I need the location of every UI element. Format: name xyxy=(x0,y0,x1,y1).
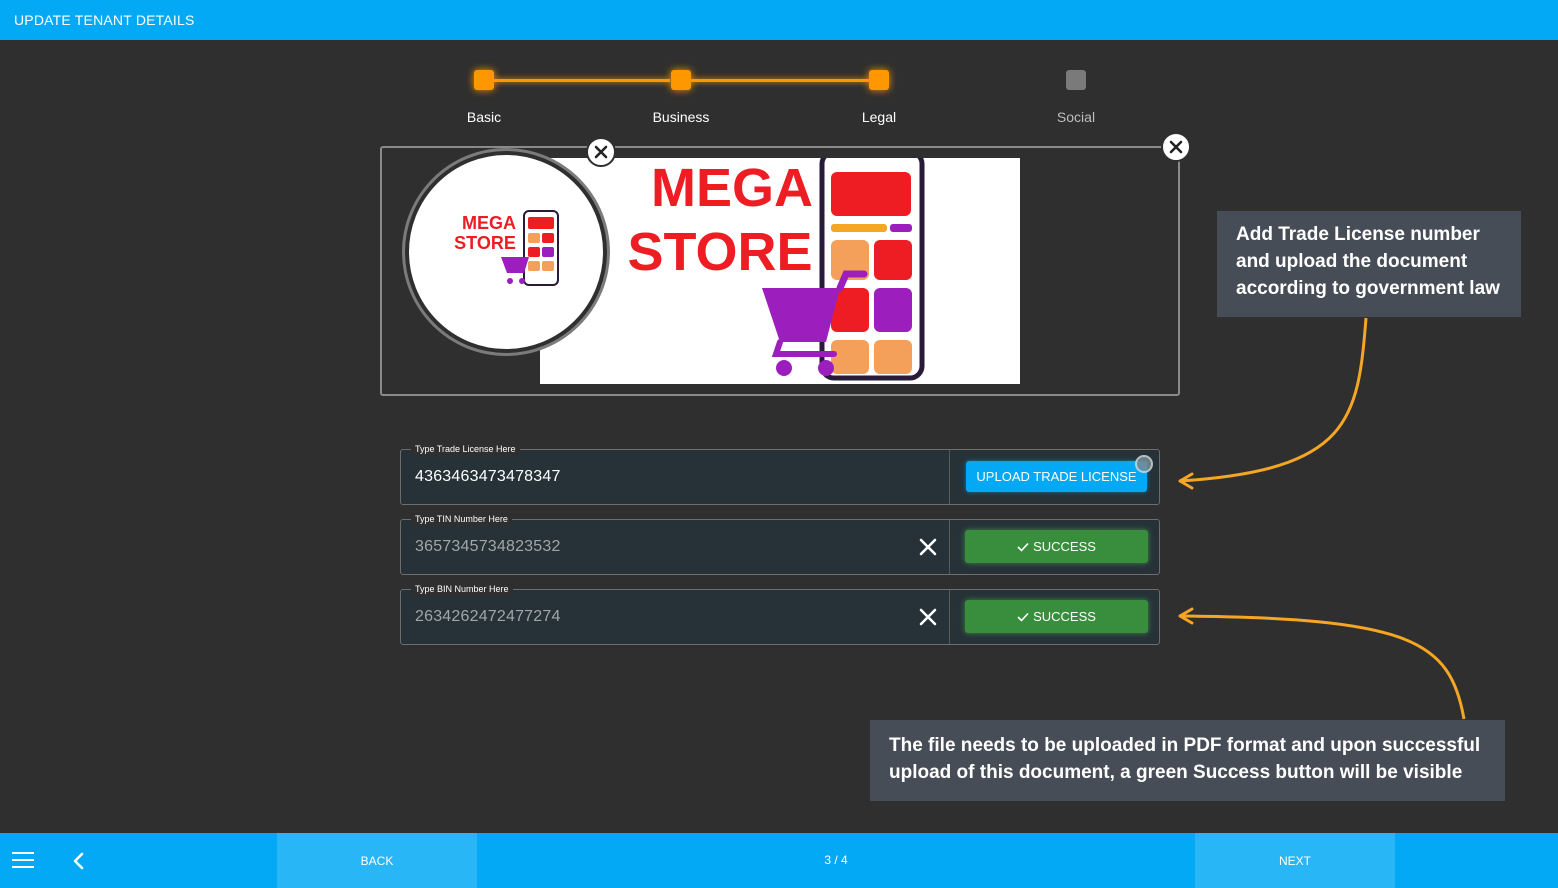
remove-cover-button[interactable] xyxy=(1161,132,1191,162)
bin-number-input[interactable]: 2634262472477274 xyxy=(415,608,561,626)
tin-number-label: Type TIN Number Here xyxy=(411,512,512,526)
step-node-business[interactable] xyxy=(671,70,691,90)
field-divider xyxy=(949,590,950,644)
callout-arrow-success xyxy=(1179,614,1466,720)
remove-logo-button[interactable] xyxy=(586,137,616,167)
step-label-business: Business xyxy=(652,109,710,125)
close-icon xyxy=(919,608,937,626)
callout-arrow-trade-license xyxy=(1179,317,1368,483)
ripple-indicator xyxy=(1135,455,1153,473)
step-label-legal: Legal xyxy=(861,109,897,125)
menu-icon[interactable] xyxy=(12,852,34,870)
check-icon xyxy=(1017,542,1029,552)
step-connector xyxy=(691,79,869,82)
logo-text-store: STORE xyxy=(454,233,516,253)
bin-success-label: SUCCESS xyxy=(1033,609,1096,624)
bin-number-label: Type BIN Number Here xyxy=(411,582,513,596)
field-divider xyxy=(949,450,950,504)
tin-number-field: Type TIN Number Here 3657345734823532 SU… xyxy=(400,512,1160,575)
app-root: UPDATE TENANT DETAILS Basic Business Leg… xyxy=(0,0,1558,888)
chevron-left-icon[interactable] xyxy=(70,851,88,871)
tin-success-label: SUCCESS xyxy=(1033,539,1096,554)
step-node-legal[interactable] xyxy=(869,70,889,90)
step-label-social: Social xyxy=(1056,109,1096,125)
step-connector xyxy=(494,79,670,82)
tin-number-input[interactable]: 3657345734823532 xyxy=(415,538,561,556)
mega-store-banner: MEGA STORE xyxy=(627,158,925,381)
trade-license-label: Type Trade License Here xyxy=(411,442,520,456)
logo-text-mega: MEGA xyxy=(462,213,516,233)
callout-trade-license: Add Trade License number and upload the … xyxy=(1217,211,1521,317)
next-button[interactable]: NEXT xyxy=(1195,833,1395,888)
bottom-nav-bar: BACK 3 / 4 NEXT xyxy=(0,833,1558,888)
banner-text-mega: MEGA xyxy=(651,158,813,218)
step-node-basic[interactable] xyxy=(474,70,494,90)
cover-banner-image: MEGA STORE xyxy=(540,158,1020,384)
close-icon xyxy=(594,145,608,159)
banner-text-store: STORE xyxy=(627,222,812,282)
clear-bin-button[interactable] xyxy=(917,606,939,628)
top-app-bar: UPDATE TENANT DETAILS xyxy=(0,0,1558,40)
upload-trade-license-label: UPLOAD TRADE LICENSE xyxy=(976,469,1137,484)
callout-success: The file needs to be uploaded in PDF for… xyxy=(870,720,1505,801)
trade-license-input[interactable]: 4363463473478347 xyxy=(415,468,561,486)
back-button[interactable]: BACK xyxy=(277,833,477,888)
trade-license-field: Type Trade License Here 4363463473478347… xyxy=(400,442,1160,505)
upload-trade-license-button[interactable]: UPLOAD TRADE LICENSE xyxy=(966,455,1153,492)
logo-avatar: MEGA STORE xyxy=(405,151,607,353)
bin-number-field: Type BIN Number Here 2634262472477274 SU… xyxy=(400,582,1160,645)
page-title: UPDATE TENANT DETAILS xyxy=(14,12,195,28)
mega-store-logo: MEGA STORE xyxy=(454,210,559,286)
clear-tin-button[interactable] xyxy=(917,536,939,558)
close-icon xyxy=(1169,140,1183,154)
close-icon xyxy=(919,538,937,556)
step-label-basic: Basic xyxy=(466,109,502,125)
bin-success-button[interactable]: SUCCESS xyxy=(965,600,1148,633)
page-indicator: 3 / 4 xyxy=(824,853,848,867)
tin-success-button[interactable]: SUCCESS xyxy=(965,530,1148,563)
check-icon xyxy=(1017,612,1029,622)
arrowhead xyxy=(1178,607,1194,625)
field-divider xyxy=(949,520,950,574)
arrowhead xyxy=(1178,472,1194,490)
step-node-social[interactable] xyxy=(1066,70,1086,90)
